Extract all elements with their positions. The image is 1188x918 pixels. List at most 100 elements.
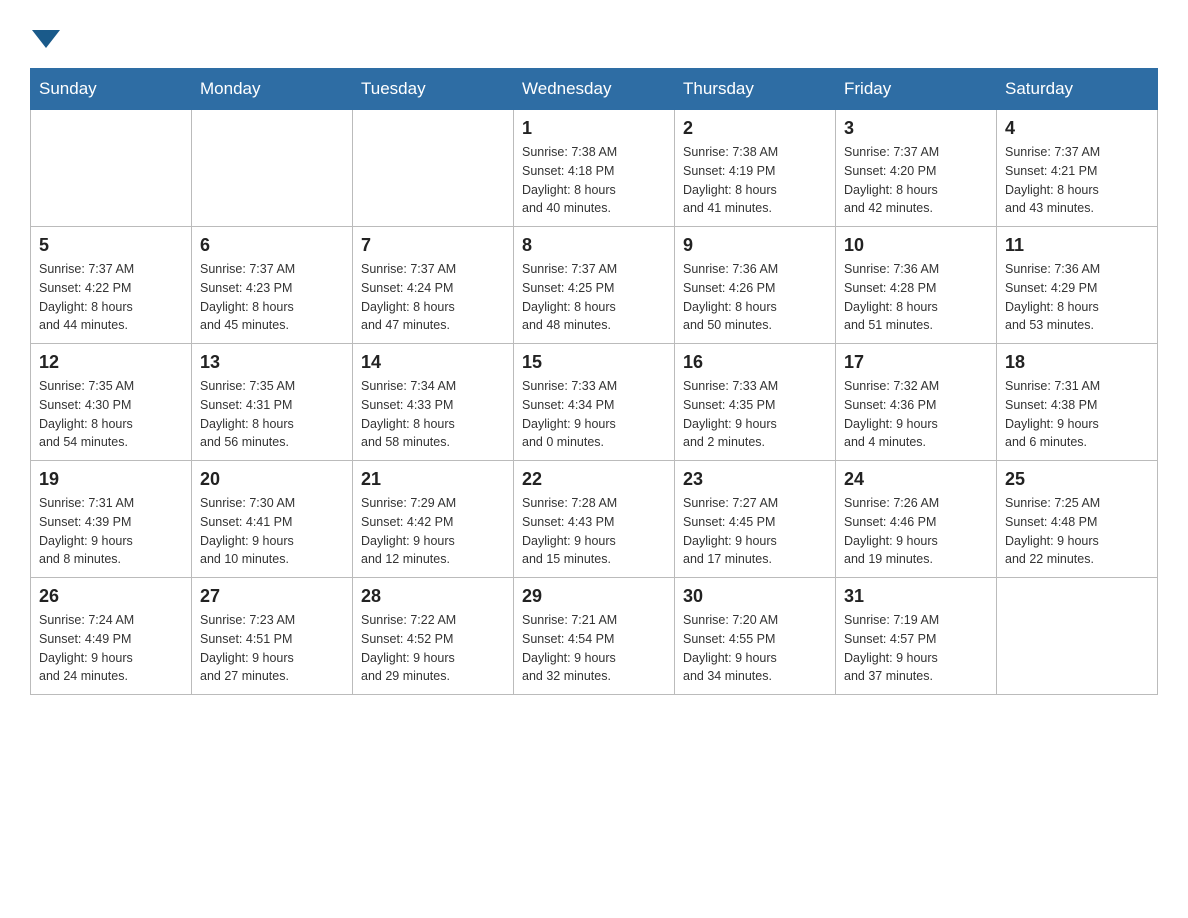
day-number: 22 bbox=[522, 469, 666, 490]
day-info: Sunrise: 7:34 AM Sunset: 4:33 PM Dayligh… bbox=[361, 377, 505, 452]
day-cell: 23Sunrise: 7:27 AM Sunset: 4:45 PM Dayli… bbox=[675, 461, 836, 578]
day-info: Sunrise: 7:31 AM Sunset: 4:38 PM Dayligh… bbox=[1005, 377, 1149, 452]
day-number: 21 bbox=[361, 469, 505, 490]
day-cell: 25 Sunrise: 7:25 AM Sunset: 4:48 PM Dayli… bbox=[997, 461, 1158, 578]
day-info: Sunrise: 7:37 AM Sunset: 4:20 PM Dayligh… bbox=[844, 143, 988, 218]
day-number: 4 bbox=[1005, 118, 1149, 139]
day-info: Sunrise: 7:22 AM Sunset: 4:52 PM Dayligh… bbox=[361, 611, 505, 686]
week-row-2: 5 Sunrise: 7:37 AM Sunset: 4:22 PM Daylig… bbox=[31, 227, 1158, 344]
day-info: Sunrise: 7:36 AM Sunset: 4:29 PM Dayligh… bbox=[1005, 260, 1149, 335]
day-cell: 8Sunrise: 7:37 AM Sunset: 4:25 PM Daylig… bbox=[514, 227, 675, 344]
day-cell: 19 Sunrise: 7:31 AM Sunset: 4:39 PM Dayli… bbox=[31, 461, 192, 578]
day-info: Sunrise: 7:27 AM Sunset: 4:45 PM Dayligh… bbox=[683, 494, 827, 569]
header-cell-thursday: Thursday bbox=[675, 69, 836, 110]
day-cell: 29 Sunrise: 7:21 AM Sunset: 4:54 PM Dayli… bbox=[514, 578, 675, 695]
day-number: 30 bbox=[683, 586, 827, 607]
day-number: 27 bbox=[200, 586, 344, 607]
day-cell: 16Sunrise: 7:33 AM Sunset: 4:35 PM Dayli… bbox=[675, 344, 836, 461]
day-cell: 26 Sunrise: 7:24 AM Sunset: 4:49 PM Dayli… bbox=[31, 578, 192, 695]
day-info: Sunrise: 7:21 AM Sunset: 4:54 PM Dayligh… bbox=[522, 611, 666, 686]
day-number: 19 bbox=[39, 469, 183, 490]
day-cell: 3 Sunrise: 7:37 AM Sunset: 4:20 PM Daylig… bbox=[836, 110, 997, 227]
day-info: Sunrise: 7:24 AM Sunset: 4:49 PM Dayligh… bbox=[39, 611, 183, 686]
day-cell: 18 Sunrise: 7:31 AM Sunset: 4:38 PM Dayli… bbox=[997, 344, 1158, 461]
day-info: Sunrise: 7:33 AM Sunset: 4:34 PM Dayligh… bbox=[522, 377, 666, 452]
day-info: Sunrise: 7:28 AM Sunset: 4:43 PM Dayligh… bbox=[522, 494, 666, 569]
day-cell: 5 Sunrise: 7:37 AM Sunset: 4:22 PM Daylig… bbox=[31, 227, 192, 344]
day-cell: 10 Sunrise: 7:36 AM Sunset: 4:28 PM Dayli… bbox=[836, 227, 997, 344]
logo-arrow-icon bbox=[32, 30, 60, 48]
day-cell: 4 Sunrise: 7:37 AM Sunset: 4:21 PM Daylig… bbox=[997, 110, 1158, 227]
header-cell-wednesday: Wednesday bbox=[514, 69, 675, 110]
page-header bbox=[30, 20, 1158, 48]
day-cell: 9Sunrise: 7:36 AM Sunset: 4:26 PM Daylig… bbox=[675, 227, 836, 344]
day-info: Sunrise: 7:33 AM Sunset: 4:35 PM Dayligh… bbox=[683, 377, 827, 452]
header-cell-tuesday: Tuesday bbox=[353, 69, 514, 110]
day-number: 15 bbox=[522, 352, 666, 373]
calendar-body: 1Sunrise: 7:38 AM Sunset: 4:18 PM Daylig… bbox=[31, 110, 1158, 695]
day-info: Sunrise: 7:37 AM Sunset: 4:24 PM Dayligh… bbox=[361, 260, 505, 335]
day-cell: 17 Sunrise: 7:32 AM Sunset: 4:36 PM Dayli… bbox=[836, 344, 997, 461]
header-cell-friday: Friday bbox=[836, 69, 997, 110]
day-cell bbox=[31, 110, 192, 227]
day-cell: 12 Sunrise: 7:35 AM Sunset: 4:30 PM Dayli… bbox=[31, 344, 192, 461]
day-info: Sunrise: 7:38 AM Sunset: 4:19 PM Dayligh… bbox=[683, 143, 827, 218]
day-cell: 31 Sunrise: 7:19 AM Sunset: 4:57 PM Dayli… bbox=[836, 578, 997, 695]
day-info: Sunrise: 7:20 AM Sunset: 4:55 PM Dayligh… bbox=[683, 611, 827, 686]
day-cell: 6Sunrise: 7:37 AM Sunset: 4:23 PM Daylig… bbox=[192, 227, 353, 344]
day-number: 18 bbox=[1005, 352, 1149, 373]
day-info: Sunrise: 7:35 AM Sunset: 4:30 PM Dayligh… bbox=[39, 377, 183, 452]
day-number: 24 bbox=[844, 469, 988, 490]
day-cell: 7Sunrise: 7:37 AM Sunset: 4:24 PM Daylig… bbox=[353, 227, 514, 344]
day-cell: 2Sunrise: 7:38 AM Sunset: 4:19 PM Daylig… bbox=[675, 110, 836, 227]
day-number: 17 bbox=[844, 352, 988, 373]
day-cell bbox=[353, 110, 514, 227]
week-row-5: 26 Sunrise: 7:24 AM Sunset: 4:49 PM Dayli… bbox=[31, 578, 1158, 695]
day-info: Sunrise: 7:26 AM Sunset: 4:46 PM Dayligh… bbox=[844, 494, 988, 569]
day-info: Sunrise: 7:32 AM Sunset: 4:36 PM Dayligh… bbox=[844, 377, 988, 452]
day-cell bbox=[192, 110, 353, 227]
day-cell: 1Sunrise: 7:38 AM Sunset: 4:18 PM Daylig… bbox=[514, 110, 675, 227]
day-number: 20 bbox=[200, 469, 344, 490]
calendar-table: SundayMondayTuesdayWednesdayThursdayFrid… bbox=[30, 68, 1158, 695]
calendar-header: SundayMondayTuesdayWednesdayThursdayFrid… bbox=[31, 69, 1158, 110]
day-number: 3 bbox=[844, 118, 988, 139]
day-number: 14 bbox=[361, 352, 505, 373]
day-info: Sunrise: 7:25 AM Sunset: 4:48 PM Dayligh… bbox=[1005, 494, 1149, 569]
day-number: 31 bbox=[844, 586, 988, 607]
day-info: Sunrise: 7:37 AM Sunset: 4:21 PM Dayligh… bbox=[1005, 143, 1149, 218]
week-row-3: 12 Sunrise: 7:35 AM Sunset: 4:30 PM Dayli… bbox=[31, 344, 1158, 461]
day-number: 28 bbox=[361, 586, 505, 607]
day-number: 6 bbox=[200, 235, 344, 256]
day-info: Sunrise: 7:31 AM Sunset: 4:39 PM Dayligh… bbox=[39, 494, 183, 569]
day-info: Sunrise: 7:23 AM Sunset: 4:51 PM Dayligh… bbox=[200, 611, 344, 686]
day-cell: 11 Sunrise: 7:36 AM Sunset: 4:29 PM Dayli… bbox=[997, 227, 1158, 344]
day-number: 10 bbox=[844, 235, 988, 256]
day-number: 25 bbox=[1005, 469, 1149, 490]
day-cell: 30 Sunrise: 7:20 AM Sunset: 4:55 PM Dayli… bbox=[675, 578, 836, 695]
header-cell-monday: Monday bbox=[192, 69, 353, 110]
day-number: 29 bbox=[522, 586, 666, 607]
day-number: 26 bbox=[39, 586, 183, 607]
day-number: 8 bbox=[522, 235, 666, 256]
day-cell: 27 Sunrise: 7:23 AM Sunset: 4:51 PM Dayli… bbox=[192, 578, 353, 695]
day-info: Sunrise: 7:35 AM Sunset: 4:31 PM Dayligh… bbox=[200, 377, 344, 452]
day-cell: 22 Sunrise: 7:28 AM Sunset: 4:43 PM Dayli… bbox=[514, 461, 675, 578]
day-number: 11 bbox=[1005, 235, 1149, 256]
day-cell: 15 Sunrise: 7:33 AM Sunset: 4:34 PM Dayli… bbox=[514, 344, 675, 461]
day-number: 1 bbox=[522, 118, 666, 139]
day-number: 9 bbox=[683, 235, 827, 256]
day-info: Sunrise: 7:19 AM Sunset: 4:57 PM Dayligh… bbox=[844, 611, 988, 686]
day-cell: 14 Sunrise: 7:34 AM Sunset: 4:33 PM Dayli… bbox=[353, 344, 514, 461]
day-number: 12 bbox=[39, 352, 183, 373]
day-info: Sunrise: 7:36 AM Sunset: 4:28 PM Dayligh… bbox=[844, 260, 988, 335]
day-info: Sunrise: 7:30 AM Sunset: 4:41 PM Dayligh… bbox=[200, 494, 344, 569]
day-info: Sunrise: 7:37 AM Sunset: 4:22 PM Dayligh… bbox=[39, 260, 183, 335]
header-cell-sunday: Sunday bbox=[31, 69, 192, 110]
week-row-1: 1Sunrise: 7:38 AM Sunset: 4:18 PM Daylig… bbox=[31, 110, 1158, 227]
day-info: Sunrise: 7:29 AM Sunset: 4:42 PM Dayligh… bbox=[361, 494, 505, 569]
day-number: 5 bbox=[39, 235, 183, 256]
logo bbox=[30, 20, 60, 48]
day-cell: 13Sunrise: 7:35 AM Sunset: 4:31 PM Dayli… bbox=[192, 344, 353, 461]
day-cell: 28 Sunrise: 7:22 AM Sunset: 4:52 PM Dayli… bbox=[353, 578, 514, 695]
